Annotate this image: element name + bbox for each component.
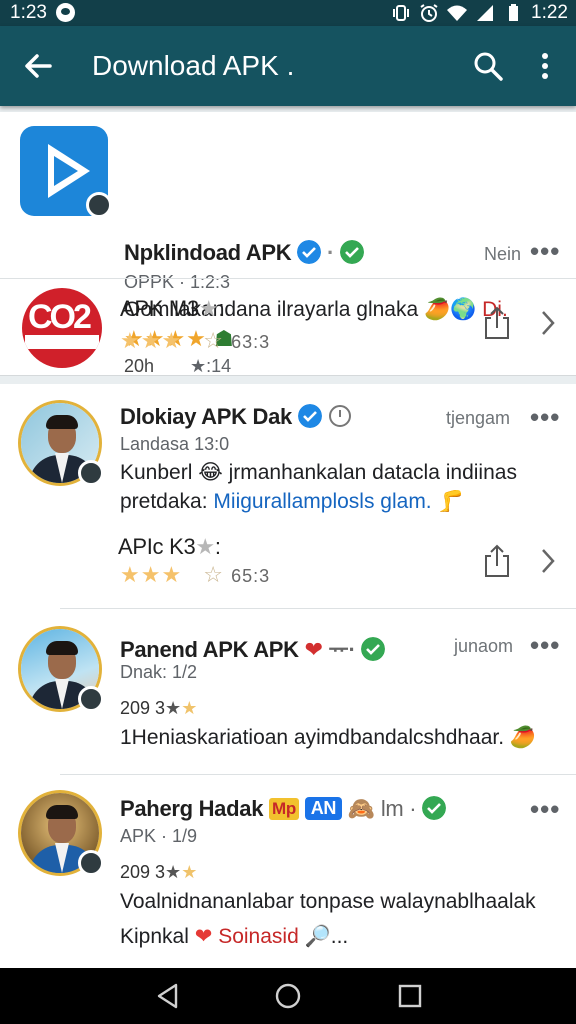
badge-icon: [78, 460, 104, 486]
item-name-text: Paherg Hadak: [120, 796, 264, 821]
item-meta: Landasa 13:0: [120, 434, 230, 454]
star-rating: ★★★ ☆ 65:3: [120, 562, 271, 587]
item-body-suffix: ...: [330, 925, 349, 948]
chevron-right-icon[interactable]: [538, 308, 558, 338]
item-stats: 209 3★★: [120, 862, 198, 882]
home-nav-icon[interactable]: [274, 982, 302, 1010]
badge-icon: [86, 192, 112, 218]
recents-nav-icon[interactable]: [396, 982, 424, 1010]
signal-icon: [477, 5, 494, 21]
rating-value: 65:3: [231, 566, 271, 586]
status-time-left: 1:23: [10, 2, 47, 23]
alarm-icon: [420, 4, 438, 22]
item-body: 1Heniaskariatioan ayimdbandalcshdhaar. 🥭: [120, 726, 537, 749]
item-time: tjengam: [446, 408, 511, 428]
item-name: Panend APK APK ❤ ᅲ·: [120, 632, 386, 664]
verified-icon: [361, 637, 386, 661]
back-arrow-icon[interactable]: [20, 48, 56, 84]
item-link[interactable]: Miigurallamplosls glam.: [213, 490, 431, 513]
overflow-menu-icon[interactable]: [530, 48, 560, 84]
badge-icon: [78, 850, 104, 876]
item-name-text: Panend APK APK: [120, 637, 299, 662]
navigation-bar: [0, 968, 576, 1024]
item-body-prefix: Kipnkal: [120, 925, 189, 948]
tag-label: Mp: [268, 798, 299, 820]
star-rating: ★★★ ☆ 63:3: [120, 328, 271, 353]
back-nav-icon[interactable]: [154, 982, 182, 1010]
search-icon[interactable]: [470, 48, 506, 84]
item-stats-left: 20h: [124, 356, 155, 376]
share-icon[interactable]: [482, 544, 512, 578]
chevron-right-icon[interactable]: [538, 546, 558, 576]
item-name: APK M3★:: [120, 296, 225, 321]
item-name: Paherg Hadak Mp AN 🙈 lm ·: [120, 796, 447, 822]
verified-icon: [422, 796, 447, 820]
item-body-prefix: pretdaka:: [120, 490, 208, 513]
item-meta: Dnak: 1/2: [120, 662, 198, 682]
more-options-icon[interactable]: •••: [530, 794, 560, 825]
item-stats-text: 209 3: [120, 698, 166, 718]
avatar-hair: [46, 805, 78, 819]
item-subname-text: APIc K3: [118, 534, 196, 559]
item-name: Dlokiay APK Dak: [120, 404, 352, 430]
status-icons: 1:22: [391, 2, 568, 24]
item-time: Nein: [484, 244, 522, 264]
item-body-line2: pretdaka: Miigurallamplosls glam. 🦵: [120, 490, 464, 513]
wifi-icon: [447, 5, 468, 21]
notification-icon: [56, 3, 75, 22]
verified-icon: [339, 240, 364, 264]
avatar-hair: [46, 641, 78, 655]
app-bar: Download APK .: [0, 26, 576, 106]
item-name-text: Npklindoad APK: [124, 240, 292, 265]
more-options-icon[interactable]: •••: [530, 402, 560, 433]
item-body-highlight: Soinasid: [218, 925, 299, 948]
status-time-right: 1:22: [531, 2, 568, 23]
item-time: junaom: [454, 636, 514, 656]
share-icon[interactable]: [482, 306, 512, 340]
clock-icon: [328, 405, 351, 427]
app-logo: CO2: [22, 288, 102, 368]
featured-card: Npklindoad APK · Nein ••• OPPK · 1:2:3 O…: [0, 112, 576, 376]
item-body-line2: Kipnkal ❤ Soinasid 🔎...: [120, 925, 349, 948]
item-stats-text: 209 3: [120, 862, 166, 882]
item-name-suffix: lm ·: [380, 796, 417, 821]
rating-value: 63:3: [231, 332, 271, 352]
divider: [0, 278, 576, 279]
item-meta: APK · 1/9: [120, 826, 198, 846]
more-options-icon[interactable]: •••: [530, 630, 560, 661]
more-options-icon[interactable]: •••: [530, 236, 560, 267]
app-icon: [20, 126, 112, 218]
avatar-hair: [46, 415, 78, 429]
item-body-line1: Kunberl 😂 jrmanhankalan datacla indiinas: [120, 461, 517, 484]
item-stats: 209 3★★: [120, 698, 198, 718]
item-stats-right: ★:14: [190, 356, 232, 376]
item-name: Npklindoad APK ·: [124, 240, 364, 266]
logo-strip: [25, 335, 99, 349]
status-bar: 1:23 1:22: [0, 0, 576, 26]
battery-icon: [509, 4, 519, 21]
feed-card: Dlokiay APK Dak tjengam ••• Landasa 13:0…: [0, 384, 576, 968]
item-name-text: APK M3: [120, 296, 199, 321]
page-title: Download APK .: [92, 50, 295, 81]
badge-icon: [78, 686, 104, 712]
item-body-text: 1Heniaskariatioan ayimdbandalcshdhaar.: [120, 726, 505, 749]
item-name-text: Dlokiay APK Dak: [120, 404, 292, 429]
vibrate-icon: [393, 5, 410, 21]
verified-icon: [297, 404, 322, 428]
item-subname: APIc K3★:: [118, 534, 221, 559]
item-meta: OPPK · 1:2:3: [124, 272, 231, 292]
verified-icon: [297, 240, 322, 264]
logo-mark: CO2: [28, 298, 92, 336]
divider: [60, 608, 576, 609]
tag-label: AN: [304, 797, 343, 820]
divider: [60, 774, 576, 775]
item-body-line1: Voalnidnananlabar tonpase walaynablhaala…: [120, 890, 536, 913]
